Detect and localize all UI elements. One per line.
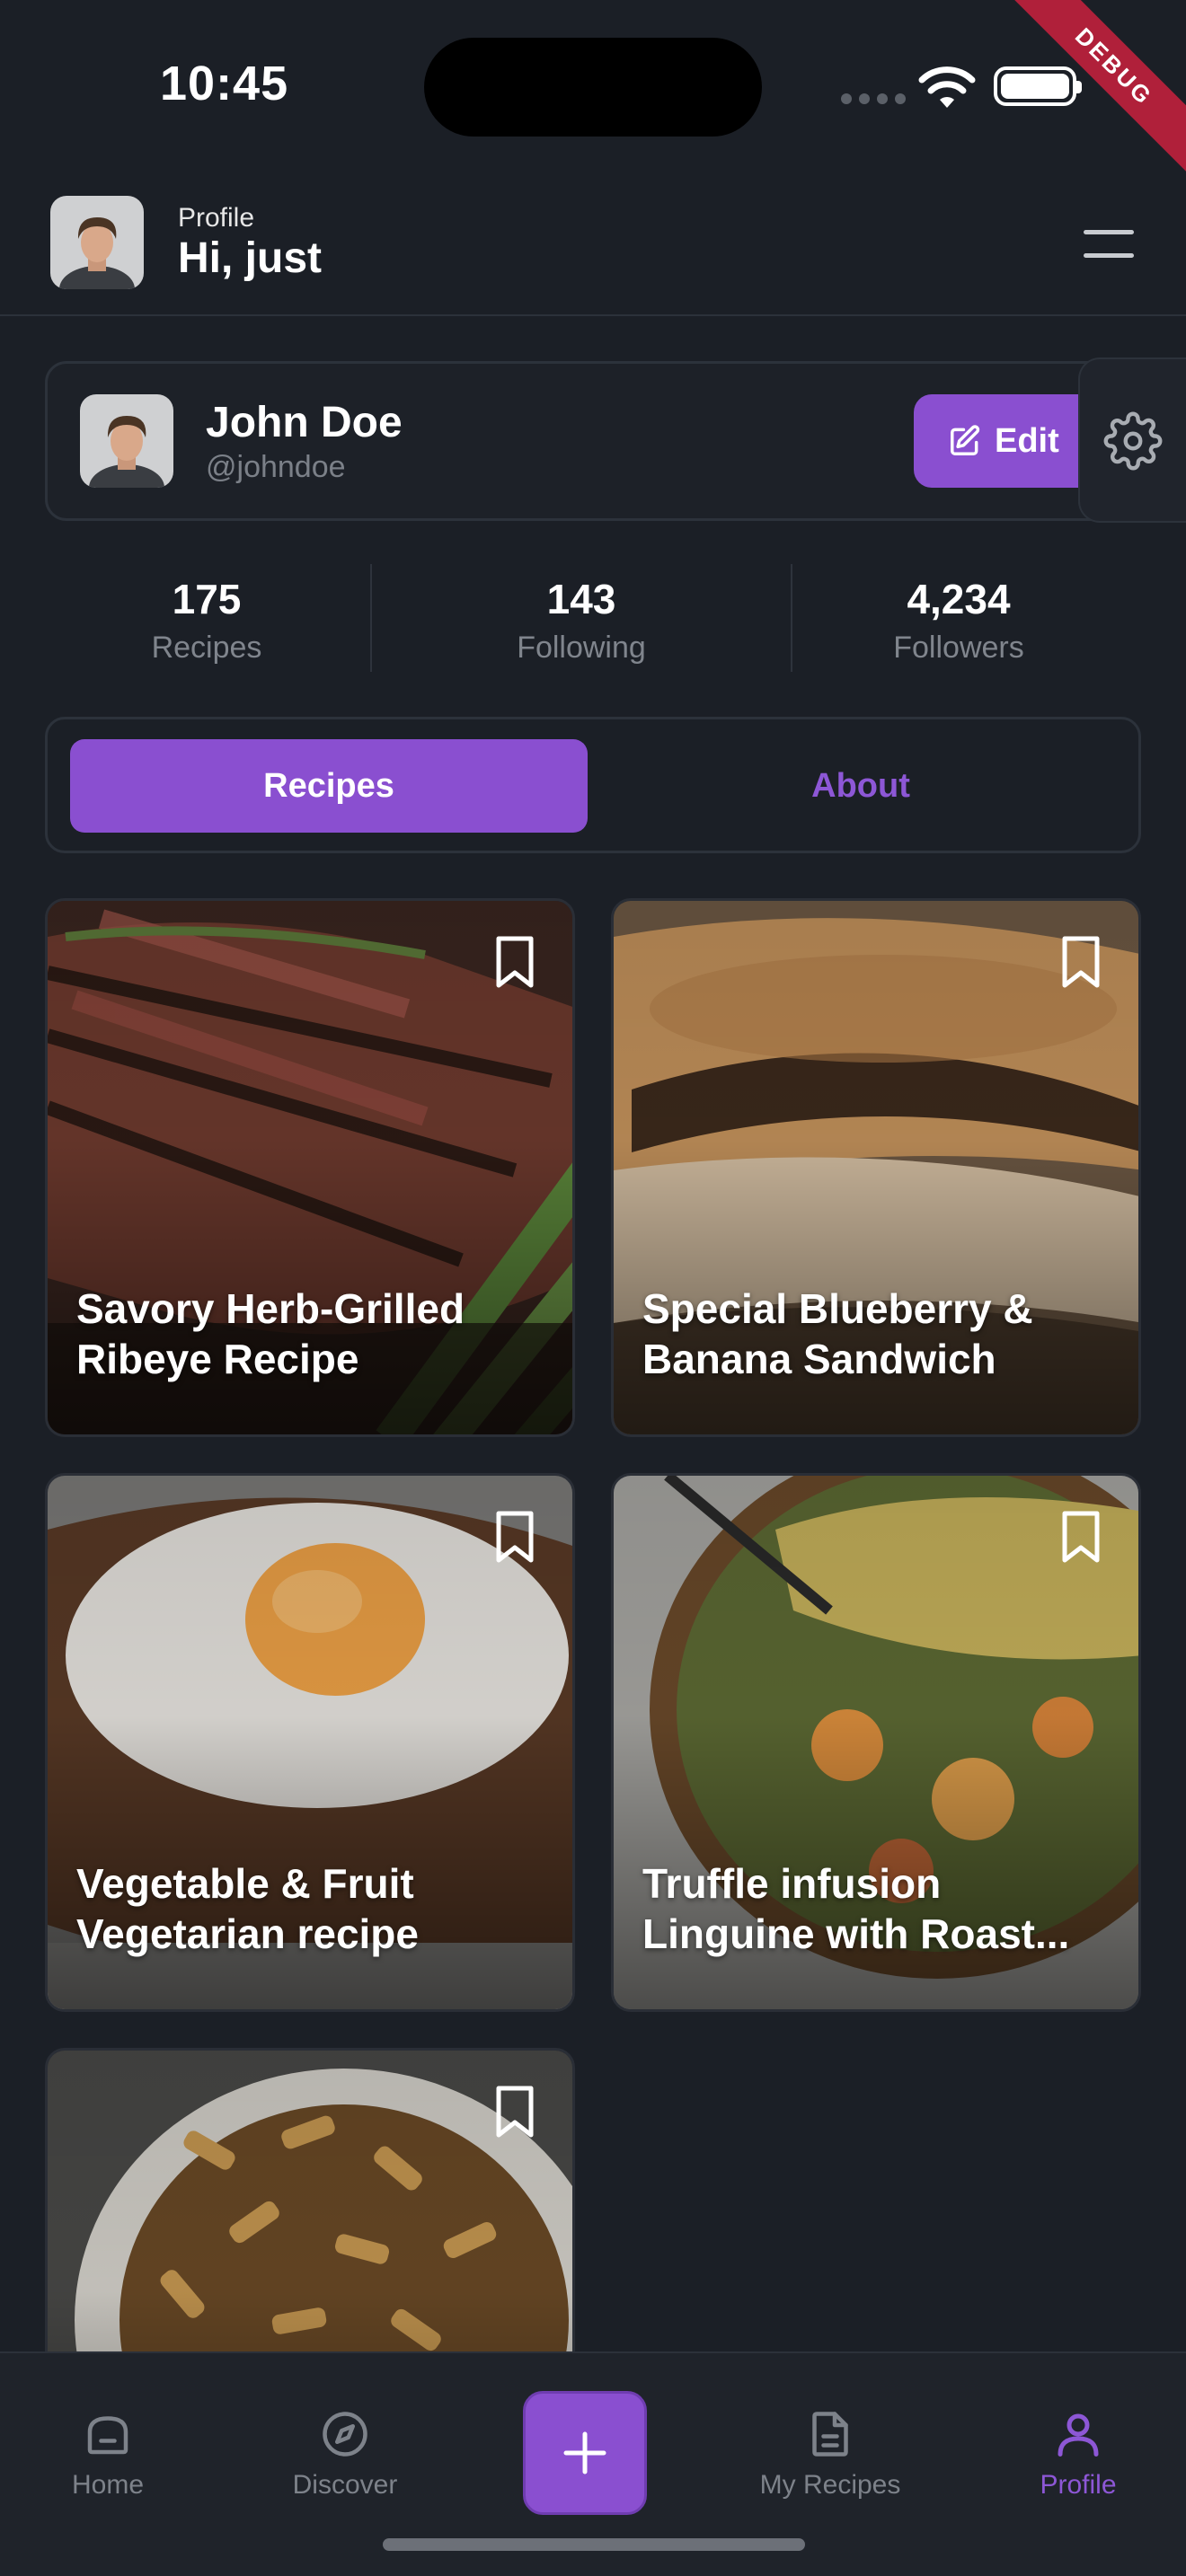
nav-discover[interactable]: Discover: [246, 2407, 444, 2501]
stat-label: Recipes: [151, 631, 262, 665]
recipe-title: Vegetable & Fruit Vegetarian recipe: [76, 1859, 419, 1957]
status-bar: 10:45 DEBUG: [0, 0, 1186, 198]
nav-home[interactable]: Home: [9, 2407, 207, 2501]
bookmark-icon[interactable]: [493, 1510, 536, 1566]
recipe-title: Savory Herb-Grilled Ribeye Recipe: [76, 1284, 465, 1382]
document-icon: [812, 2412, 848, 2457]
profile-stats: 175 Recipes 143 Following 4,234 Follower…: [45, 557, 1141, 674]
recipe-card-ribeye[interactable]: Savory Herb-Grilled Ribeye Recipe: [45, 898, 575, 1437]
profile-tabs: Recipes About: [45, 717, 1141, 853]
bookmark-icon[interactable]: [493, 935, 536, 991]
profile-card: John Doe @johndoe Edit: [45, 361, 1141, 521]
battery-icon: [994, 66, 1082, 106]
dynamic-island: [424, 38, 762, 137]
edit-profile-button[interactable]: Edit: [914, 394, 1104, 488]
add-recipe-button[interactable]: [523, 2391, 647, 2515]
header-subtitle: Profile: [178, 203, 255, 233]
profile-handle: @johndoe: [206, 450, 346, 484]
stat-value: 4,234: [907, 576, 1011, 622]
tab-recipes[interactable]: Recipes: [70, 739, 588, 833]
user-icon: [1058, 2413, 1099, 2457]
avatar[interactable]: [50, 196, 144, 289]
stat-label: Followers: [893, 631, 1024, 665]
profile-avatar: [80, 394, 173, 488]
stat-followers[interactable]: 4,234 Followers: [792, 557, 1125, 674]
profile-name: John Doe: [206, 399, 403, 446]
app-header: Profile Hi, just: [0, 171, 1186, 316]
nav-label: My Recipes: [759, 2470, 901, 2500]
stat-following[interactable]: 143 Following: [372, 557, 791, 674]
bookmark-icon[interactable]: [1059, 935, 1102, 991]
stat-value: 143: [546, 576, 616, 622]
home-indicator[interactable]: [383, 2538, 805, 2551]
nav-label: Home: [71, 2470, 145, 2500]
recipe-title: Special Blueberry & Banana Sandwich: [642, 1284, 1033, 1382]
stat-recipes[interactable]: 175 Recipes: [45, 557, 368, 674]
tab-about[interactable]: About: [602, 739, 1120, 833]
plus-icon: [563, 2431, 606, 2475]
recipe-grid: Savory Herb-Grilled Ribeye Recipe Specia…: [45, 898, 1141, 2353]
nav-profile[interactable]: Profile: [979, 2407, 1177, 2501]
recipe-card-pasta[interactable]: [45, 2048, 575, 2353]
cellular-signal-icon: [841, 93, 906, 104]
nav-label: Profile: [1040, 2470, 1117, 2500]
status-time: 10:45: [160, 57, 289, 110]
recipe-card-egg-toast[interactable]: Vegetable & Fruit Vegetarian recipe: [45, 1473, 575, 2012]
menu-icon[interactable]: [1084, 225, 1136, 262]
recipe-card-sandwich[interactable]: Special Blueberry & Banana Sandwich: [611, 898, 1141, 1437]
edit-label: Edit: [995, 421, 1059, 460]
bookmark-icon[interactable]: [493, 2085, 536, 2140]
compass-icon: [323, 2412, 367, 2457]
nav-label: Discover: [292, 2470, 398, 2500]
home-icon: [87, 2416, 128, 2455]
gear-icon: [1103, 411, 1163, 471]
recipe-title: Truffle infusion Linguine with Roast...: [642, 1859, 1070, 1957]
settings-button[interactable]: [1078, 357, 1186, 523]
wifi-icon: [918, 66, 976, 108]
page-title: Hi, just: [178, 234, 323, 282]
stat-label: Following: [517, 631, 646, 665]
nav-my-recipes[interactable]: My Recipes: [731, 2407, 929, 2501]
stat-value: 175: [172, 576, 242, 622]
edit-icon: [951, 425, 980, 455]
recipe-card-linguine[interactable]: Truffle infusion Linguine with Roast...: [611, 1473, 1141, 2012]
bookmark-icon[interactable]: [1059, 1510, 1102, 1566]
